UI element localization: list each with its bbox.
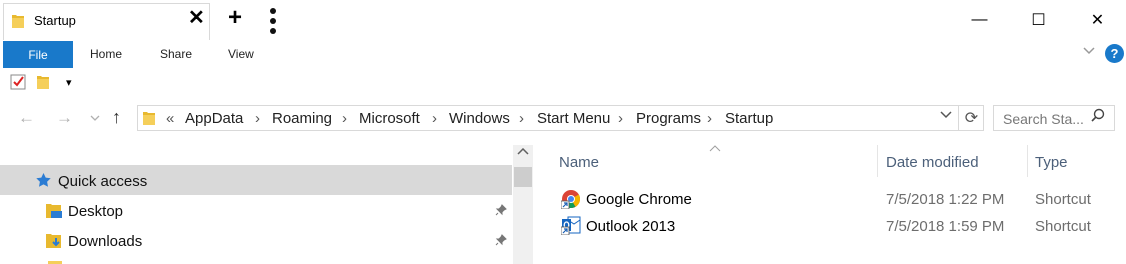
ribbon-tab-view[interactable]: View: [228, 47, 254, 61]
nav-item-label: Desktop: [68, 203, 124, 220]
maximize-button[interactable]: ☐: [1016, 0, 1061, 40]
nav-item-label: Downloads: [68, 233, 143, 250]
folder-icon: [12, 15, 24, 28]
column-divider[interactable]: [1027, 145, 1028, 177]
breadcrumb-programs[interactable]: Programs: [636, 110, 701, 127]
nav-item-label: Quick access: [58, 173, 148, 190]
address-dropdown-icon[interactable]: [940, 110, 952, 120]
breadcrumb-separator[interactable]: ›: [618, 110, 623, 127]
file-date-modified: 7/5/2018 1:22 PM: [886, 191, 1005, 208]
breadcrumb-separator[interactable]: ›: [519, 110, 524, 127]
ribbon-tab-share[interactable]: Share: [160, 47, 192, 61]
breadcrumb-separator[interactable]: ›: [342, 110, 347, 127]
help-button[interactable]: ?: [1105, 44, 1124, 63]
breadcrumb-startup[interactable]: Startup: [725, 110, 773, 127]
tab-close-icon[interactable]: ✕: [188, 8, 205, 28]
sort-ascending-icon: [709, 145, 721, 152]
downloads-folder-icon: [46, 234, 61, 248]
ribbon-tab-file[interactable]: File: [3, 41, 73, 68]
chrome-icon: [561, 190, 581, 209]
search-placeholder: Search Sta...: [1003, 111, 1084, 127]
forward-button[interactable]: →: [56, 108, 73, 128]
qat-customize-dropdown[interactable]: ▾: [66, 76, 72, 89]
quick-access-toolbar: [0, 69, 1126, 97]
breadcrumb-windows[interactable]: Windows: [449, 110, 510, 127]
folder-icon: [143, 112, 155, 125]
new-tab-button[interactable]: +: [228, 6, 242, 30]
breadcrumb-start-menu[interactable]: Start Menu: [537, 110, 610, 127]
file-name: Google Chrome: [586, 191, 692, 208]
file-date-modified: 7/5/2018 1:59 PM: [886, 218, 1005, 235]
file-type: Shortcut: [1035, 191, 1091, 208]
recent-locations-chevron-icon[interactable]: [90, 114, 100, 122]
close-button[interactable]: ✕: [1075, 0, 1120, 40]
ribbon-tab-home[interactable]: Home: [90, 47, 122, 61]
tab-title: Startup: [34, 13, 76, 28]
scrollbar-thumb[interactable]: [514, 167, 532, 187]
column-header-date-modified[interactable]: Date modified: [886, 154, 979, 171]
tab-menu-icon[interactable]: [270, 8, 276, 34]
pin-icon[interactable]: [495, 234, 507, 246]
back-button[interactable]: ←: [18, 108, 35, 128]
breadcrumb-separator[interactable]: ›: [432, 110, 437, 127]
pin-icon[interactable]: [495, 204, 507, 216]
column-header-type[interactable]: Type: [1035, 154, 1068, 171]
refresh-icon[interactable]: ⟳: [958, 105, 984, 131]
file-type: Shortcut: [1035, 218, 1091, 235]
minimize-button[interactable]: —: [957, 0, 1002, 40]
up-button[interactable]: ↑: [112, 107, 121, 128]
breadcrumb-roaming[interactable]: Roaming: [272, 110, 332, 127]
breadcrumb-separator[interactable]: ›: [255, 110, 260, 127]
search-icon[interactable]: [1090, 108, 1106, 124]
column-divider[interactable]: [877, 145, 878, 177]
breadcrumb-appdata[interactable]: AppData: [185, 110, 243, 127]
outlook-icon: [561, 216, 581, 235]
file-name: Outlook 2013: [586, 218, 676, 235]
star-icon: [36, 173, 51, 187]
desktop-folder-icon: [46, 204, 62, 218]
properties-icon[interactable]: [10, 74, 26, 90]
breadcrumb-separator[interactable]: ›: [707, 110, 712, 127]
nav-scrollbar[interactable]: [513, 145, 533, 264]
new-folder-icon[interactable]: [36, 74, 50, 90]
breadcrumb-microsoft[interactable]: Microsoft: [359, 110, 420, 127]
chevron-down-icon[interactable]: [1082, 44, 1096, 58]
breadcrumb-overflow[interactable]: «: [166, 110, 174, 127]
scroll-up-icon[interactable]: [517, 148, 529, 156]
column-header-name[interactable]: Name: [559, 154, 599, 171]
